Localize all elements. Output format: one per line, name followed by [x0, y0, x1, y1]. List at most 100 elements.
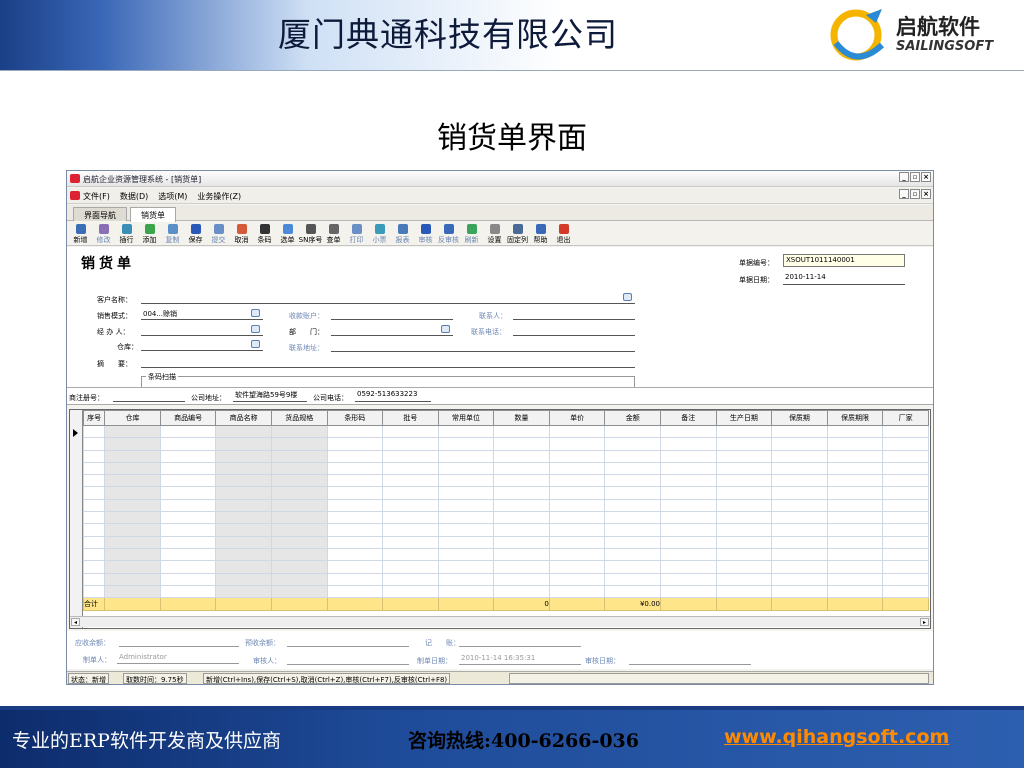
grid-cell[interactable] — [548, 511, 606, 525]
grid-cell[interactable] — [771, 437, 828, 451]
grid-cell[interactable] — [270, 535, 328, 549]
grid-cell[interactable] — [771, 511, 828, 525]
grid-cell[interactable] — [270, 461, 328, 476]
grid-cell[interactable] — [660, 560, 717, 574]
grid-cell[interactable] — [215, 461, 272, 476]
grid-cell[interactable] — [826, 424, 884, 439]
grid-cell[interactable] — [326, 486, 384, 500]
doc-no-field[interactable]: XSOUT1011140001 — [783, 254, 905, 267]
toolbar-button-submit[interactable]: 提交 — [209, 222, 228, 245]
grid-cell[interactable] — [215, 511, 272, 525]
grid-cell[interactable] — [270, 474, 328, 488]
grid-cell[interactable] — [437, 511, 495, 525]
grid-cell[interactable] — [270, 572, 328, 586]
warehouse-lookup-icon[interactable] — [251, 340, 260, 348]
grid-cell[interactable] — [771, 560, 828, 574]
grid-cell[interactable] — [437, 547, 495, 562]
grid-cell[interactable] — [437, 474, 495, 488]
grid-cell[interactable] — [826, 560, 884, 574]
grid-cell[interactable] — [104, 449, 161, 463]
website-link[interactable]: www.qihangsoft.com — [724, 726, 949, 748]
grid-cell[interactable] — [326, 511, 384, 525]
grid-cell[interactable] — [660, 486, 717, 500]
toolbar-button-print[interactable]: 打印 — [347, 222, 366, 245]
grid-cell[interactable] — [382, 535, 439, 549]
grid-cell[interactable] — [604, 547, 661, 562]
doc-date-value[interactable]: 2010-11-14 — [785, 273, 826, 281]
grid-cell[interactable] — [215, 535, 272, 549]
grid-cell[interactable] — [604, 572, 661, 586]
grid-cell[interactable] — [159, 511, 217, 525]
grid-cell[interactable] — [771, 498, 828, 513]
grid-cell[interactable] — [771, 584, 828, 599]
grid-cell[interactable] — [382, 572, 439, 586]
grid-cell[interactable] — [493, 474, 550, 488]
grid-column-header[interactable]: 条形码 — [326, 410, 384, 426]
grid-cell[interactable] — [326, 523, 384, 537]
grid-cell[interactable] — [882, 461, 929, 476]
grid-column-header[interactable]: 金额 — [604, 410, 661, 426]
grid-cell[interactable] — [493, 486, 550, 500]
grid-cell[interactable] — [326, 498, 384, 513]
grid-cell[interactable] — [104, 523, 161, 537]
company-addr-value[interactable]: 软件望海路59号9楼 — [235, 390, 297, 400]
table-row[interactable] — [82, 474, 929, 488]
grid-cell[interactable] — [382, 547, 439, 562]
contact-phone-input[interactable] — [513, 335, 635, 336]
grid-cell[interactable] — [215, 449, 272, 463]
doc-close-button[interactable]: × — [921, 189, 931, 199]
grid-cell[interactable] — [437, 424, 495, 439]
grid-column-header[interactable]: 货品规格 — [270, 410, 328, 426]
grid-cell[interactable] — [326, 474, 384, 488]
grid-cell[interactable] — [270, 437, 328, 451]
grid-cell[interactable] — [326, 449, 384, 463]
grid-cell[interactable] — [82, 424, 106, 439]
toolbar-button-exit[interactable]: 退出 — [554, 222, 573, 245]
toolbar-button-insert-row[interactable]: 插行 — [117, 222, 136, 245]
table-row[interactable] — [82, 560, 929, 574]
grid-cell[interactable] — [493, 449, 550, 463]
dept-input[interactable] — [331, 335, 453, 336]
grid-cell[interactable] — [159, 560, 217, 574]
grid-cell[interactable] — [660, 511, 717, 525]
table-row[interactable] — [82, 584, 929, 599]
grid-cell[interactable] — [270, 486, 328, 500]
grid-cell[interactable] — [82, 474, 106, 488]
toolbar-button-add[interactable]: 添加 — [140, 222, 159, 245]
grid-cell[interactable] — [826, 449, 884, 463]
grid-cell[interactable] — [270, 424, 328, 439]
grid-cell[interactable] — [159, 584, 217, 599]
grid-cell[interactable] — [882, 486, 929, 500]
grid-cell[interactable] — [548, 523, 606, 537]
grid-cell[interactable] — [104, 498, 161, 513]
toolbar-button-edit[interactable]: 修改 — [94, 222, 113, 245]
grid-cell[interactable] — [548, 498, 606, 513]
grid-cell[interactable] — [437, 535, 495, 549]
grid-cell[interactable] — [548, 474, 606, 488]
grid-cell[interactable] — [604, 560, 661, 574]
toolbar-button-copy[interactable]: 复制 — [163, 222, 182, 245]
toolbar-button-refresh[interactable]: 刷新 — [462, 222, 481, 245]
grid-cell[interactable] — [270, 511, 328, 525]
grid-cell[interactable] — [715, 424, 773, 439]
grid-cell[interactable] — [104, 535, 161, 549]
grid-cell[interactable] — [104, 461, 161, 476]
grid-cell[interactable] — [215, 424, 272, 439]
grid-cell[interactable] — [270, 560, 328, 574]
customer-lookup-icon[interactable] — [623, 293, 632, 301]
menu-options[interactable]: 选项(M) — [158, 191, 187, 202]
grid-cell[interactable] — [215, 498, 272, 513]
grid-cell[interactable] — [715, 523, 773, 537]
grid-cell[interactable] — [159, 424, 217, 439]
grid-cell[interactable] — [882, 584, 929, 599]
grid-cell[interactable] — [104, 486, 161, 500]
grid-cell[interactable] — [882, 437, 929, 451]
toolbar-button-unapprove[interactable]: 反审核 — [438, 222, 459, 245]
grid-cell[interactable] — [493, 437, 550, 451]
grid-cell[interactable] — [493, 424, 550, 439]
grid-cell[interactable] — [382, 486, 439, 500]
grid-cell[interactable] — [326, 560, 384, 574]
grid-cell[interactable] — [215, 523, 272, 537]
grid-cell[interactable] — [604, 437, 661, 451]
toolbar-button-new[interactable]: 新增 — [71, 222, 90, 245]
